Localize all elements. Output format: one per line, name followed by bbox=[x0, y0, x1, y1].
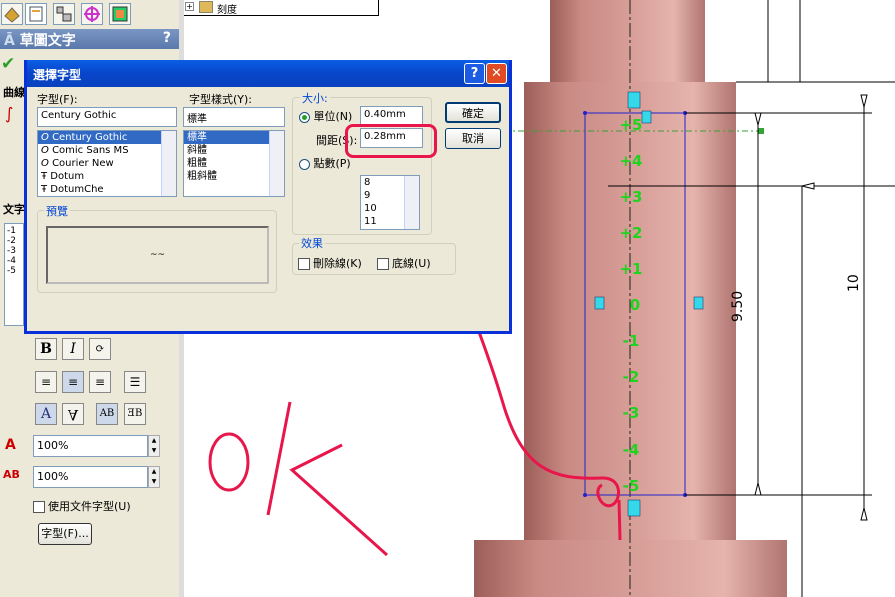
points-label: 點數(P) bbox=[313, 157, 351, 170]
align-left-button[interactable]: ≡ bbox=[35, 371, 57, 393]
text-lines-box[interactable]: -1 -2 -3 -4 -5 bbox=[4, 223, 24, 326]
style-list[interactable]: 標準 斜體 粗體 粗斜體 bbox=[183, 130, 285, 197]
dialog-title-bar[interactable]: 選擇字型 ? ✕ bbox=[27, 60, 509, 87]
scale-label: +4 bbox=[619, 152, 643, 170]
mirror-button[interactable]: ƎB bbox=[124, 403, 146, 425]
spacing-icon: AB bbox=[3, 468, 20, 481]
text-line: -4 bbox=[7, 256, 16, 266]
panel-title: 草圖文字 bbox=[19, 33, 76, 49]
rotate-button[interactable]: ⟳ bbox=[89, 338, 111, 360]
font-label: 字型(F): bbox=[37, 93, 78, 106]
ok-button[interactable]: 確定 bbox=[445, 102, 501, 123]
style-list-scrollbar[interactable] bbox=[269, 131, 284, 196]
side-label-curves: 曲線 bbox=[3, 86, 25, 99]
preview-group: 預覽 ~~ bbox=[37, 203, 277, 293]
help-button[interactable]: ? bbox=[163, 30, 171, 46]
text-line: -5 bbox=[7, 266, 16, 276]
feature-manager-tab-icon[interactable] bbox=[1, 3, 23, 25]
strikeout-checkbox[interactable]: 刪除線(K) bbox=[298, 255, 362, 271]
upside-down-button[interactable]: A bbox=[62, 403, 84, 425]
preview-box: ~~ bbox=[46, 226, 269, 284]
points-list[interactable]: 8 9 10 11 bbox=[360, 175, 420, 230]
font-item[interactable]: O Courier New bbox=[38, 157, 176, 170]
text-line: -3 bbox=[7, 246, 16, 256]
horizontal-flip-button[interactable]: AB bbox=[96, 403, 118, 425]
font-list[interactable]: O Century Gothic O Comic Sans MS O Couri… bbox=[37, 130, 177, 197]
dimension-10[interactable]: 10 bbox=[846, 274, 862, 292]
display-manager-tab-icon[interactable] bbox=[109, 3, 131, 25]
scale-label: -4 bbox=[622, 441, 640, 459]
ok-o-stroke bbox=[208, 432, 250, 492]
scale-feature-icon bbox=[199, 1, 213, 13]
strikeout-label: 刪除線(K) bbox=[313, 257, 362, 270]
use-document-font-label: 使用文件字型(U) bbox=[48, 500, 131, 513]
panel-title-bar: Ā 草圖文字 ? bbox=[0, 29, 179, 49]
font-item[interactable]: O Century Gothic bbox=[38, 131, 176, 144]
underline-label: 底線(U) bbox=[392, 257, 431, 270]
preview-label: 預覽 bbox=[44, 203, 70, 219]
vertical-flip-button[interactable]: A bbox=[35, 403, 57, 425]
align-right-button[interactable]: ≡ bbox=[89, 371, 111, 393]
scale-label: 0 bbox=[629, 296, 641, 314]
scale-label: +2 bbox=[619, 224, 643, 242]
curve-icon[interactable]: ∫ bbox=[5, 104, 13, 123]
use-document-font-checkbox[interactable]: 使用文件字型(U) bbox=[33, 498, 131, 514]
text-line: -1 bbox=[7, 226, 16, 236]
dialog-title: 選擇字型 bbox=[33, 68, 82, 82]
red-highlight-box bbox=[345, 124, 437, 158]
width-factor-input[interactable]: 100% bbox=[33, 435, 148, 457]
italic-button[interactable]: I bbox=[62, 338, 84, 360]
top-cylinder bbox=[550, 0, 705, 82]
dialog-close-button[interactable]: ✕ bbox=[486, 63, 507, 84]
style-label: 字型樣式(Y): bbox=[189, 93, 253, 106]
width-factor-icon: A bbox=[5, 437, 16, 453]
tree-item-label: 刻度 bbox=[217, 5, 237, 16]
style-input[interactable]: 標準 bbox=[183, 107, 285, 127]
preview-text: ~~ bbox=[149, 250, 166, 260]
font-input[interactable]: Century Gothic bbox=[37, 107, 177, 127]
property-manager-tab-icon[interactable] bbox=[25, 3, 47, 25]
font-list-scrollbar[interactable] bbox=[161, 131, 176, 196]
font-item[interactable]: O Comic Sans MS bbox=[38, 144, 176, 157]
unit-label: 單位(N) bbox=[313, 110, 353, 123]
effects-group-label: 效果 bbox=[299, 235, 325, 251]
bold-button[interactable]: B bbox=[35, 338, 57, 360]
cancel-button[interactable]: 取消 bbox=[445, 128, 501, 149]
select-font-dialog: 選擇字型 ? ✕ 字型(F): Century Gothic O Century… bbox=[24, 60, 512, 334]
justify-button[interactable]: ☰ bbox=[124, 371, 146, 393]
scale-label: -3 bbox=[622, 404, 640, 422]
scale-label: +3 bbox=[619, 188, 643, 206]
size-group-label: 大小: bbox=[300, 90, 330, 106]
text-line: -2 bbox=[7, 236, 16, 246]
side-label-text: 文字 bbox=[3, 203, 25, 216]
tree-item[interactable]: + 刻度 bbox=[182, 0, 379, 16]
configuration-tab-icon[interactable] bbox=[53, 3, 75, 25]
scale-label: -2 bbox=[622, 368, 640, 386]
spacing-input[interactable]: 100% bbox=[33, 466, 148, 488]
sketch-text-icon: Ā bbox=[4, 33, 15, 49]
unit-radio[interactable]: 單位(N) bbox=[299, 108, 352, 124]
scale-label: +5 bbox=[619, 116, 643, 134]
ok-check-icon[interactable]: ✔ bbox=[1, 54, 15, 74]
spacing-spinner[interactable]: ▲ ▼ bbox=[148, 466, 160, 488]
scale-label: -5 bbox=[622, 477, 640, 495]
scale-label: +1 bbox=[619, 260, 643, 278]
font-item[interactable]: Ŧ Dotum bbox=[38, 170, 176, 183]
points-scrollbar[interactable] bbox=[404, 176, 419, 229]
points-radio[interactable]: 點數(P) bbox=[299, 155, 351, 171]
dialog-help-button[interactable]: ? bbox=[464, 63, 485, 84]
font-item[interactable]: Ŧ DotumChe bbox=[38, 183, 176, 196]
expand-icon[interactable]: + bbox=[185, 2, 194, 11]
width-factor-spinner[interactable]: ▲ ▼ bbox=[148, 435, 160, 457]
scale-label: -1 bbox=[622, 332, 640, 350]
dimension-9-50[interactable]: 9.50 bbox=[730, 291, 746, 322]
unit-input[interactable]: 0.40mm bbox=[360, 106, 423, 126]
align-center-button[interactable]: ≡ bbox=[62, 371, 84, 393]
font-button[interactable]: 字型(F)... bbox=[38, 523, 92, 545]
dimxpert-tab-icon[interactable] bbox=[81, 3, 103, 25]
underline-checkbox[interactable]: 底線(U) bbox=[377, 255, 431, 271]
